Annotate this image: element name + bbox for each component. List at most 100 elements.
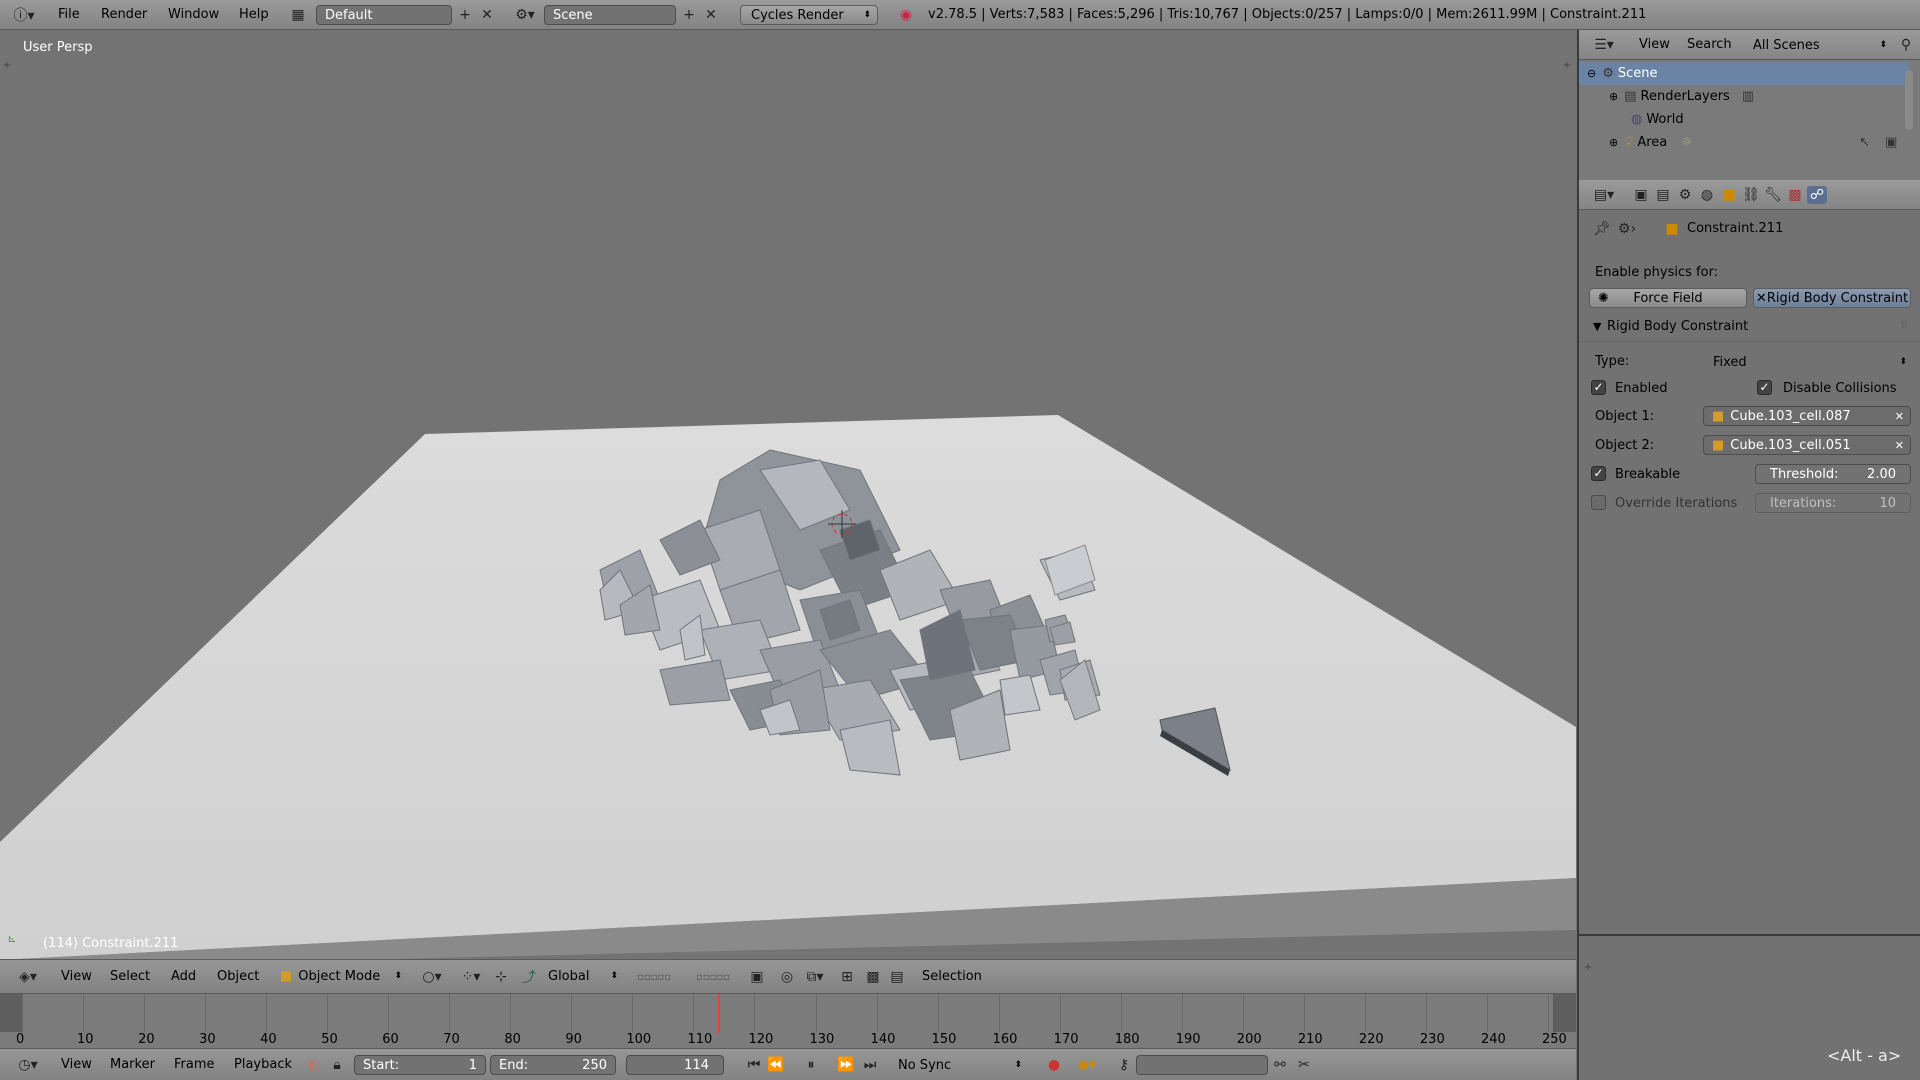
outliner-menu-view[interactable]: View: [1639, 37, 1670, 52]
lock-layers-icon[interactable]: ▣: [746, 968, 768, 986]
object1-field[interactable]: ■ Cube.103_cell.087 ✕: [1703, 406, 1911, 426]
editor-type-icon[interactable]: ◈▾: [12, 968, 44, 986]
render-preview-icon[interactable]: ▩: [862, 968, 884, 986]
layers-grid-icon[interactable]: ▫▫▫▫▫: [686, 968, 740, 986]
remove-scene-icon[interactable]: ✕: [702, 6, 720, 24]
renderlayers-tab-icon[interactable]: ▤: [1653, 186, 1673, 204]
jump-keyframe-back-icon[interactable]: ⏪: [766, 1056, 786, 1074]
3d-viewport[interactable]: User Persp (114) Constraint.211 ⊾ + +: [0, 30, 1576, 959]
properties-toggle-icon[interactable]: +: [1560, 58, 1574, 72]
record-icon[interactable]: ●: [1044, 1056, 1064, 1074]
menu-file[interactable]: File: [58, 7, 80, 22]
jump-start-icon[interactable]: ⏮: [744, 1056, 764, 1074]
material-tab-icon[interactable]: ▩: [1785, 186, 1805, 204]
orientation-dropdown[interactable]: Global ⬍: [542, 966, 620, 986]
outliner-row-scene[interactable]: ⊖ ⚙ Scene: [1579, 62, 1909, 85]
rigid-body-constraint-button[interactable]: ✕ Rigid Body Constraint: [1753, 288, 1911, 308]
outliner-row-renderlayers[interactable]: ⊕ ▤ RenderLayers ▥: [1579, 85, 1909, 108]
display-mode-dropdown[interactable]: All Scenes ⬍: [1747, 35, 1891, 55]
override-iterations-checkbox[interactable]: [1591, 495, 1606, 510]
mode-dropdown[interactable]: ■ Object Mode ⬍: [274, 966, 406, 986]
layout-name-field[interactable]: Default: [316, 5, 452, 25]
lock-icon[interactable]: 🔒︎: [328, 1056, 346, 1074]
layers-grid-icon[interactable]: ▫▫▫▫▫: [626, 968, 682, 986]
menu-select[interactable]: Select: [110, 969, 150, 984]
keying-set-icon[interactable]: ⚷: [1114, 1056, 1134, 1074]
enabled-checkbox[interactable]: ✓: [1591, 380, 1606, 395]
render-tab-icon[interactable]: ▣: [1631, 186, 1651, 204]
world-tab-icon[interactable]: ◍: [1697, 186, 1717, 204]
expand-icon[interactable]: ⊖: [1587, 67, 1596, 80]
force-field-button[interactable]: ✺ Force Field: [1589, 288, 1747, 308]
toolshelf-toggle-icon[interactable]: +: [1581, 960, 1595, 974]
viewport-shading-icon[interactable]: ○▾: [418, 968, 446, 986]
scene-name-field[interactable]: Scene: [544, 5, 676, 25]
pause-icon[interactable]: ⏸: [801, 1056, 821, 1074]
outliner-row-area[interactable]: ⊕ 💡︎ Area ☼ ↖ ▣: [1579, 131, 1909, 154]
toolshelf-toggle-icon[interactable]: +: [0, 58, 14, 72]
jump-end-icon[interactable]: ⏭: [860, 1056, 880, 1074]
add-scene-icon[interactable]: +: [680, 6, 698, 24]
menu-window[interactable]: Window: [168, 7, 219, 22]
tl-menu-playback[interactable]: Playback: [234, 1057, 292, 1072]
timeline[interactable]: 0 10 20 30 40 50 60 70 80 90 100 110 120 130 140 150 160…: [0, 993, 1576, 1048]
keying-set-field[interactable]: [1136, 1055, 1268, 1075]
expand-icon[interactable]: ⊕: [1609, 90, 1618, 103]
tl-menu-view[interactable]: View: [61, 1057, 92, 1072]
disable-collisions-checkbox[interactable]: ✓: [1757, 380, 1772, 395]
add-layout-icon[interactable]: +: [456, 6, 474, 24]
panel-header[interactable]: ▼ Rigid Body Constraint ⁞⁞: [1581, 314, 1920, 342]
menu-help[interactable]: Help: [239, 7, 269, 22]
constraints-tab-icon[interactable]: ⛓: [1741, 186, 1761, 204]
type-dropdown[interactable]: Fixed ⬍: [1703, 352, 1911, 372]
end-frame-field[interactable]: End: 250: [490, 1055, 616, 1075]
timeline-editor-icon[interactable]: ◷▾: [12, 1056, 44, 1074]
keying-icon[interactable]: ◐: [305, 1056, 323, 1074]
sync-dropdown[interactable]: No Sync ⬍: [890, 1055, 1026, 1075]
menu-add[interactable]: Add: [171, 969, 196, 984]
proportional-edit-icon[interactable]: ◎: [776, 968, 798, 986]
physics-tab-icon[interactable]: ☍: [1807, 186, 1827, 204]
current-frame-field[interactable]: 114: [626, 1055, 724, 1075]
outliner-row-world[interactable]: ◍ World: [1579, 108, 1909, 131]
snap-element-icon[interactable]: ⧉▾: [800, 968, 830, 986]
select-restrict-icon[interactable]: ↖: [1859, 135, 1870, 150]
pivot-point-icon[interactable]: ⁘▾: [456, 968, 486, 986]
scene-tab-icon[interactable]: ⚙: [1675, 186, 1695, 204]
render-animation-icon[interactable]: ▤: [886, 968, 908, 986]
outliner-editor-icon[interactable]: ☰▾: [1589, 36, 1619, 54]
outliner-menu-search[interactable]: Search: [1687, 37, 1732, 52]
remove-layout-icon[interactable]: ✕: [478, 6, 496, 24]
search-icon[interactable]: ⚲: [1895, 36, 1917, 54]
collapse-icon[interactable]: ▼: [1593, 320, 1601, 333]
drag-handle-icon[interactable]: ⁞⁞: [1901, 320, 1907, 331]
layout-icon[interactable]: ▦: [284, 6, 312, 24]
clear-icon[interactable]: ✕: [1895, 439, 1904, 452]
tl-menu-frame[interactable]: Frame: [174, 1057, 215, 1072]
render-restrict-icon[interactable]: ▣: [1885, 135, 1897, 150]
jump-keyframe-forward-icon[interactable]: ⏩: [836, 1056, 856, 1074]
pin-icon[interactable]: 📌︎: [1593, 220, 1611, 238]
clear-icon[interactable]: ✕: [1895, 410, 1904, 423]
menu-object[interactable]: Object: [217, 969, 259, 984]
start-frame-field[interactable]: Start: 1: [354, 1055, 486, 1075]
delete-keyframe-icon[interactable]: ✂: [1294, 1056, 1314, 1074]
menu-view[interactable]: View: [61, 969, 92, 984]
object-tab-icon[interactable]: ■: [1719, 186, 1739, 204]
iterations-field[interactable]: Iterations: 10: [1755, 493, 1911, 513]
render-engine-dropdown[interactable]: Cycles Render ⬍: [740, 5, 878, 25]
object2-field[interactable]: ■ Cube.103_cell.051 ✕: [1703, 435, 1911, 455]
modifiers-tab-icon[interactable]: 🔧︎: [1763, 186, 1783, 204]
scene-icon[interactable]: ⚙▾: [510, 6, 540, 24]
breakable-checkbox[interactable]: ✓: [1591, 466, 1606, 481]
manipulator-toggle-icon[interactable]: ⊹: [490, 968, 512, 986]
expand-icon[interactable]: ⊕: [1609, 136, 1618, 149]
menu-render[interactable]: Render: [101, 7, 147, 22]
info-editor-icon[interactable]: ⓘ▾: [10, 6, 38, 24]
tl-menu-marker[interactable]: Marker: [110, 1057, 155, 1072]
properties-editor-icon[interactable]: ▤▾: [1589, 186, 1619, 204]
insert-keyframe-icon[interactable]: ⚯: [1270, 1056, 1290, 1074]
snap-target-icon[interactable]: ⊞: [836, 968, 858, 986]
transform-manipulator-icon[interactable]: ⤴: [518, 968, 540, 986]
keyframe-type-icon[interactable]: ◆▾: [1072, 1056, 1102, 1074]
